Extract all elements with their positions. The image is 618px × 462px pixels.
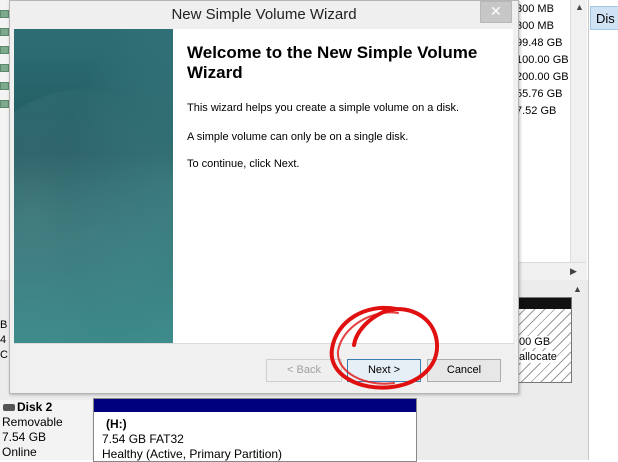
volume-capacity: 200.00 GB — [516, 71, 569, 83]
partition-h[interactable]: (H:) 7.54 GB FAT32 Healthy (Active, Prim… — [93, 398, 417, 462]
partition-size-fs: 7.54 GB FAT32 — [102, 432, 184, 446]
truncated-label: B — [0, 319, 8, 331]
unallocated-label: allocate — [519, 351, 557, 363]
volume-capacity: 7.52 GB — [516, 105, 557, 117]
column-header-label: Dis — [596, 11, 615, 26]
banner-swirl — [54, 29, 173, 343]
chevron-up-icon[interactable]: ▲ — [575, 2, 584, 12]
volume-capacity: 99.48 GB — [516, 37, 563, 49]
disk-name: Disk 2 — [17, 400, 53, 414]
disk-status: Online — [2, 445, 37, 459]
volume-icon — [0, 28, 9, 36]
region-header-bar — [517, 298, 571, 309]
wizard-heading: Welcome to the New Simple Volume Wizard — [187, 43, 478, 82]
partition-band — [94, 399, 416, 412]
disk-icon — [3, 404, 15, 411]
horizontal-scrollbar[interactable]: ▶ — [512, 262, 586, 281]
wizard-banner-image — [14, 29, 173, 343]
wizard-dialog: New Simple Volume Wizard ✕ Welcome to th… — [9, 0, 519, 394]
title-bar[interactable]: New Simple Volume Wizard ✕ — [10, 1, 518, 29]
disk-2-header[interactable]: Disk 2 Removable 7.54 GB Online — [0, 400, 92, 460]
volume-capacity: 55.76 GB — [516, 88, 563, 100]
unallocated-size: 00 GB — [519, 336, 551, 348]
column-header-disk[interactable]: Dis — [590, 6, 618, 30]
vertical-scrollbar[interactable]: ▲ — [570, 0, 587, 280]
unallocated-region[interactable]: 00 GB allocate — [516, 297, 572, 383]
volume-capacity: 300 MB — [516, 20, 554, 32]
wizard-description: This wizard helps you create a simple vo… — [187, 102, 460, 114]
volume-icon — [0, 64, 9, 72]
truncated-label: 4 — [0, 334, 7, 346]
wizard-instruction: To continue, click Next. — [187, 158, 300, 170]
close-button[interactable]: ✕ — [480, 1, 512, 23]
partition-letter: (H:) — [106, 417, 127, 431]
volume-icon — [0, 82, 9, 90]
disk-size: 7.54 GB — [2, 430, 47, 444]
volume-icon — [0, 100, 9, 108]
volume-icon — [0, 46, 9, 54]
volume-icon — [0, 10, 9, 18]
partition-health: Healthy (Active, Primary Partition) — [102, 447, 283, 461]
annotation-circle — [329, 305, 440, 390]
truncated-label: C — [0, 349, 8, 361]
close-icon: ✕ — [490, 3, 502, 19]
wizard-content: Welcome to the New Simple Volume Wizard … — [173, 29, 513, 343]
right-pane — [588, 0, 618, 460]
volume-capacity: 300 MB — [516, 3, 554, 15]
wizard-note: A simple volume can only be on a single … — [187, 131, 409, 143]
disk-type: Removable — [2, 415, 63, 429]
dialog-title: New Simple Volume Wizard — [171, 6, 357, 23]
chevron-right-icon[interactable]: ▶ — [570, 266, 577, 277]
volume-capacity: 100.00 GB — [516, 54, 569, 66]
truncated-disk-labels: B 4 C — [0, 318, 8, 363]
chevron-up-icon[interactable]: ▲ — [573, 284, 582, 294]
